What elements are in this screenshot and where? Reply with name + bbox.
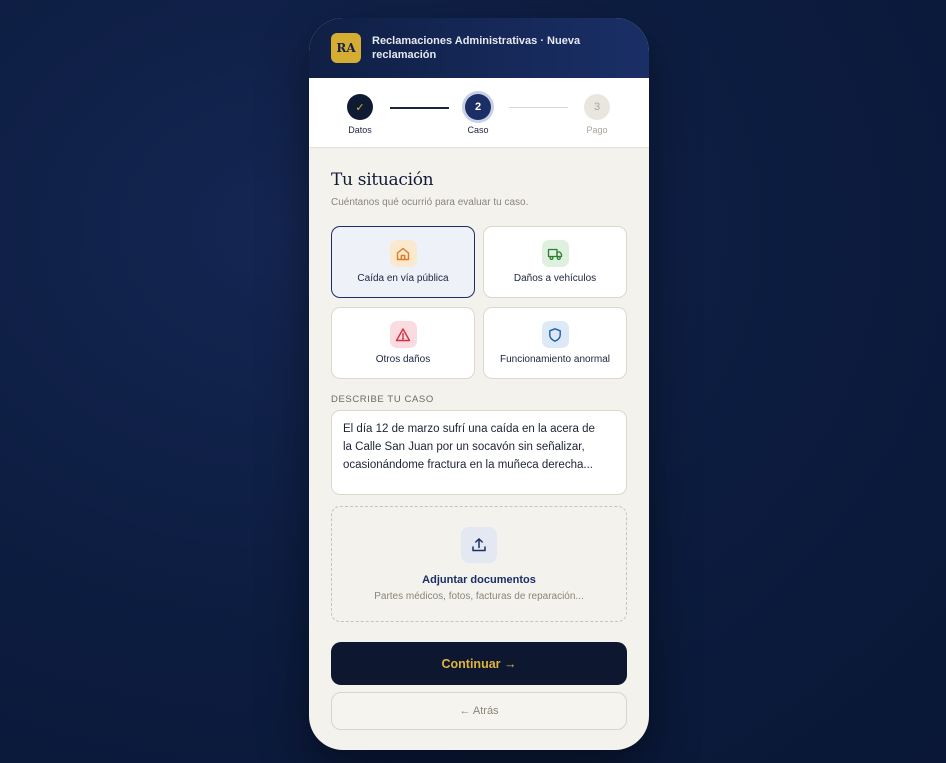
option-label: Otros daños [375,354,431,365]
home-icon [389,240,417,267]
description-line: ocasionándome fractura en la muñeca dere… [343,459,593,471]
page-title: Tu situación [331,170,434,190]
truck-icon [541,240,569,267]
description-label: DESCRIBE TU CASO [331,394,434,405]
step-label: Caso [467,125,489,135]
upload-dropzone[interactable]: Adjuntar documentos Partes médicos, foto… [331,506,627,622]
option-label: Funcionamiento anormal [499,354,611,365]
continue-button[interactable]: Continuar → [331,642,627,685]
upload-title: Adjuntar documentos [422,573,536,586]
option-danos-vehiculos[interactable]: Daños a vehículos [483,226,627,298]
app-logo: RA [331,33,361,63]
step-pago: 3 Pago [567,94,627,135]
upload-icon [461,526,497,563]
stepper: ✓ Datos 2 Caso 3 Pago [309,78,649,148]
option-label: Caída en vía pública [357,273,449,284]
step-number: 2 [465,94,491,120]
step-datos[interactable]: ✓ Datos [330,94,390,135]
case-type-grid: Caída en vía pública Daños a vehículos O… [331,226,627,379]
description-line: El día 12 de marzo sufrí una caída en la… [343,423,595,435]
option-label: Daños a vehículos [513,273,597,284]
shield-icon [541,321,569,348]
description-field[interactable]: El día 12 de marzo sufrí una caída en la… [331,410,627,495]
page-subtitle: Cuéntanos qué ocurrió para evaluar tu ca… [331,197,529,208]
phone-frame: RA Reclamaciones Administrativas · Nueva… [309,18,649,750]
check-icon: ✓ [347,94,373,120]
description-line: la Calle San Juan por un socavón sin señ… [343,441,585,453]
option-funcionamiento-anormal[interactable]: Funcionamiento anormal [483,307,627,379]
warning-icon [389,321,417,348]
stepper-line-done [390,107,449,109]
option-otros-danos[interactable]: Otros daños [331,307,475,379]
step-label: Datos [348,125,372,135]
app-header: RA Reclamaciones Administrativas · Nueva… [309,18,649,78]
step-label: Pago [586,125,608,135]
stepper-line-pending [509,107,568,108]
header-title: Reclamaciones Administrativas · Nueva re… [372,35,581,61]
upload-subtitle: Partes médicos, fotos, facturas de repar… [374,590,584,602]
step-caso[interactable]: 2 Caso [448,94,508,135]
step-number: 3 [584,94,610,120]
option-caida-via-publica[interactable]: Caída en vía pública [331,226,475,298]
back-button[interactable]: ← Atrás [331,692,627,730]
